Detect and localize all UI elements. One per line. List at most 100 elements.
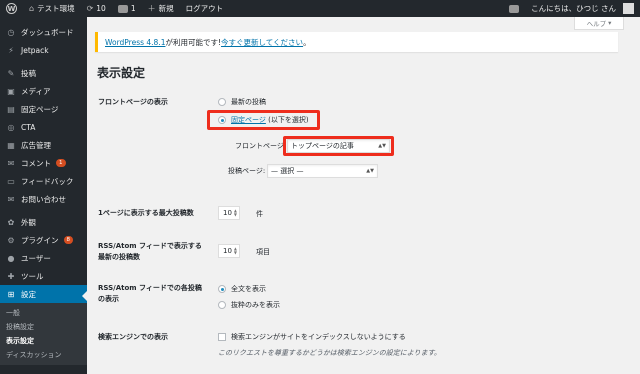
menu-feedback[interactable]: ▭ フィードバック	[0, 172, 87, 190]
posts-per-page-value: 10	[223, 209, 232, 217]
comment-icon: ✉	[7, 158, 15, 168]
site-name-menu[interactable]: ⌂ テスト環境	[23, 0, 81, 17]
my-account-menu[interactable]: こんにちは、ひつじ さん	[525, 0, 640, 17]
posts-page-selected-value: — 選択 —	[271, 167, 304, 175]
rss-content-label: RSS/Atom フィードでの各投稿 の表示	[98, 283, 202, 305]
menu-label: CTA	[21, 122, 36, 132]
rss-summary-radio[interactable]	[218, 301, 226, 309]
comment-count-badge: 1	[56, 159, 66, 167]
static-page-suffix: (以下を選択)	[265, 116, 309, 124]
discourage-search-label: 検索エンジンがサイトをインデックスしないようにする	[231, 333, 406, 341]
users-icon: ●	[7, 253, 15, 263]
menu-label: コメント	[21, 158, 51, 168]
menu-settings[interactable]: ⊞ 設定	[0, 285, 87, 303]
settings-icon: ⊞	[7, 289, 15, 299]
user-greeting: こんにちは、ひつじ さん	[531, 4, 616, 13]
plugin-icon: ⚙	[7, 235, 15, 245]
menu-label: プラグイン	[21, 235, 59, 245]
notice-end: 。	[303, 37, 311, 47]
front-page-select[interactable]: トップページの記事 ▲▼	[287, 139, 390, 153]
menu-media[interactable]: ▣ メディア	[0, 82, 87, 100]
select-arrows-icon: ▲▼	[366, 168, 374, 174]
ads-icon: ▦	[7, 140, 15, 150]
menu-ads[interactable]: ▦ 広告管理	[0, 136, 87, 154]
logout-link[interactable]: ログアウト	[180, 0, 230, 17]
notification-icon	[509, 4, 520, 13]
page-title: 表示設定	[97, 66, 146, 80]
discourage-search-checkbox[interactable]	[218, 333, 226, 341]
avatar	[623, 3, 634, 14]
wp-logo-menu[interactable]: W	[0, 0, 23, 17]
select-arrows-icon: ▲▼	[378, 143, 386, 149]
menu-label: Jetpack	[21, 45, 49, 55]
menu-tools[interactable]: ✚ ツール	[0, 267, 87, 285]
submenu-discussion[interactable]: ディスカッション	[0, 348, 87, 362]
menu-jetpack[interactable]: ⚡ Jetpack	[0, 41, 87, 59]
mail-icon: ✉	[7, 194, 15, 204]
rss-count-input[interactable]: 10 ▲ ▼	[218, 244, 240, 258]
discourage-search-option[interactable]: 検索エンジンがサイトをインデックスしないようにする	[218, 332, 406, 342]
static-page-option[interactable]: 固定ページ (以下を選択)	[218, 115, 309, 125]
plus-icon: ＋	[147, 4, 156, 13]
comments-menu[interactable]: 1	[112, 0, 142, 17]
update-now-link[interactable]: 今すぐ更新してください	[221, 37, 303, 48]
spinner-icon[interactable]: ▲ ▼	[234, 247, 237, 255]
menu-plugins[interactable]: ⚙ プラグイン 8	[0, 231, 87, 249]
jetpack-icon: ⚡	[8, 45, 14, 55]
notification-menu[interactable]	[503, 0, 525, 17]
updates-icon: ⟳	[86, 4, 94, 13]
notice-text: が利用可能です!	[165, 37, 221, 47]
rss-summary-option[interactable]: 抜粋のみを表示	[218, 300, 280, 310]
posts-per-page-input[interactable]: 10 ▲ ▼	[218, 206, 240, 220]
logout-label: ログアウト	[185, 4, 224, 13]
search-engine-note: このリクエストを尊重するかどうかは検索エンジンの設定によります。	[218, 349, 441, 357]
static-page-radio[interactable]	[218, 116, 226, 124]
menu-pages[interactable]: ▤ 固定ページ	[0, 100, 87, 118]
main-content: ヘルプ ▾ WordPress 4.8.1 が利用可能です! 今すぐ更新してくだ…	[87, 17, 640, 374]
rss-full-text-label: 全文を表示	[231, 285, 266, 293]
updates-menu[interactable]: ⟳ 10	[81, 0, 112, 17]
update-notice: WordPress 4.8.1 が利用可能です! 今すぐ更新してください 。	[95, 32, 618, 52]
front-page-selected-value: トップページの記事	[291, 142, 354, 150]
appearance-icon: ✿	[7, 217, 15, 227]
submenu-general[interactable]: 一般	[0, 306, 87, 320]
rss-full-text-radio[interactable]	[218, 285, 226, 293]
new-content-menu[interactable]: ＋ 新規	[142, 0, 180, 17]
help-label: ヘルプ	[586, 20, 607, 28]
settings-submenu: 一般 投稿設定 表示設定 ディスカッション	[0, 303, 87, 365]
media-icon: ▣	[7, 86, 15, 96]
rss-count-unit: 項目	[256, 248, 270, 256]
spinner-icon[interactable]: ▲ ▼	[234, 209, 237, 217]
updates-count: 10	[96, 4, 106, 13]
menu-appearance[interactable]: ✿ 外観	[0, 213, 87, 231]
wordpress-logo-icon: W	[6, 3, 17, 14]
static-page-link[interactable]: 固定ページ	[231, 116, 266, 124]
cta-icon: ◎	[7, 122, 15, 132]
front-page-select-label: フロントページ:	[235, 142, 287, 150]
chevron-down-icon: ▾	[608, 19, 612, 27]
version-link[interactable]: WordPress 4.8.1	[105, 38, 165, 47]
menu-label: ダッシュボード	[21, 27, 74, 37]
latest-posts-option[interactable]: 最新の投稿	[218, 97, 266, 107]
rss-content-label-line1: RSS/Atom フィードでの各投稿	[98, 284, 202, 292]
help-tab[interactable]: ヘルプ ▾	[574, 17, 624, 30]
feedback-icon: ▭	[7, 176, 15, 186]
submenu-reading[interactable]: 表示設定	[0, 334, 87, 348]
submenu-writing[interactable]: 投稿設定	[0, 320, 87, 334]
tools-icon: ✚	[7, 271, 15, 281]
menu-users[interactable]: ● ユーザー	[0, 249, 87, 267]
menu-dashboard[interactable]: ◷ ダッシュボード	[0, 23, 87, 41]
latest-posts-radio[interactable]	[218, 98, 226, 106]
menu-label: フィードバック	[21, 176, 74, 186]
menu-cta[interactable]: ◎ CTA	[0, 118, 87, 136]
posts-page-select[interactable]: — 選択 — ▲▼	[267, 164, 378, 178]
rss-full-text-option[interactable]: 全文を表示	[218, 284, 266, 294]
menu-label: ツール	[21, 271, 44, 281]
menu-comments[interactable]: ✉ コメント 1	[0, 154, 87, 172]
menu-label: メディア	[21, 86, 51, 96]
menu-label: 広告管理	[21, 140, 51, 150]
menu-posts[interactable]: ✎ 投稿	[0, 64, 87, 82]
comments-count: 1	[130, 4, 136, 13]
menu-contact[interactable]: ✉ お問い合わせ	[0, 190, 87, 208]
latest-posts-label: 最新の投稿	[231, 98, 266, 106]
